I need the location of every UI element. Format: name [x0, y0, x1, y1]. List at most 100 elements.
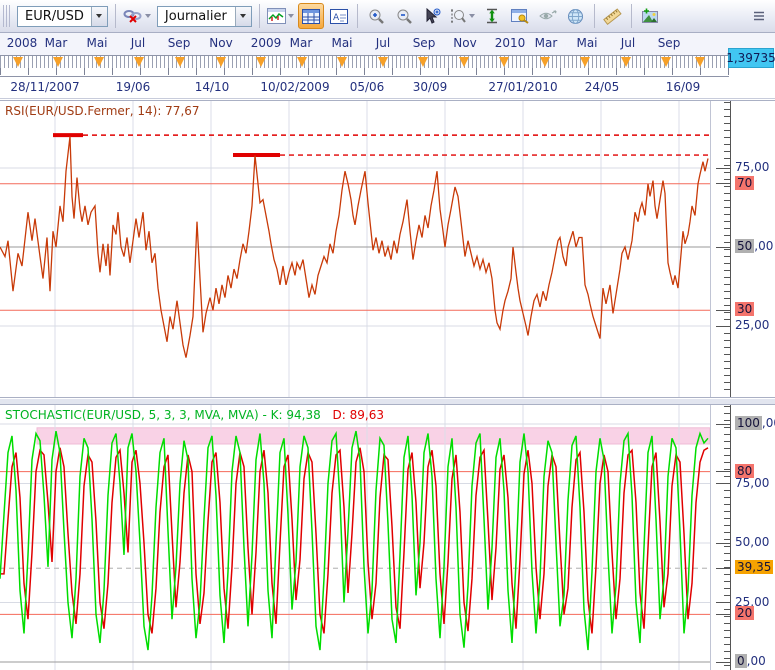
date-label: 28/11/2007	[10, 80, 79, 94]
axis-label: 39,35	[735, 561, 773, 574]
chevron-down-icon	[288, 14, 294, 18]
axis-major-tick	[716, 543, 730, 544]
fit-vertical-button[interactable]	[479, 3, 505, 29]
svg-text:A: A	[333, 13, 340, 23]
stochastic-series-%K	[0, 431, 708, 650]
date-label: 30/09	[413, 80, 448, 94]
axis-major-tick	[716, 326, 730, 327]
stochastic-title-k: STOCHASTIC(EUR/USD, 5, 3, 3, MVA, MVA) -…	[5, 408, 321, 422]
month-label: Mar	[45, 36, 68, 50]
month-marker-icon	[661, 57, 671, 67]
month-label: Nov	[209, 36, 232, 50]
broken-link-button[interactable]	[121, 3, 153, 29]
month-label: 2008	[7, 36, 38, 50]
zoom-in-icon	[367, 8, 385, 24]
label-window-icon: A	[330, 9, 348, 24]
month-label: Mai	[86, 36, 107, 50]
zoom-area-icon	[449, 8, 467, 24]
zoom-area-button[interactable]	[447, 3, 477, 29]
stochastic-chart[interactable]	[0, 405, 710, 670]
chevron-down-icon[interactable]	[235, 7, 251, 26]
menu-button[interactable]	[746, 3, 772, 29]
rsi-panel[interactable]: RSI(EUR/USD.Fermer, 14): 77,67 75,007050…	[0, 100, 775, 398]
snapshot-icon	[640, 8, 659, 24]
label-window-button[interactable]: A	[326, 3, 352, 29]
month-marker-icon	[134, 57, 144, 67]
month-label: Jul	[621, 36, 635, 50]
stochastic-title-d: D: 89,63	[333, 408, 384, 422]
month-label: Mar	[535, 36, 558, 50]
axis-label: 50,00	[735, 536, 769, 549]
axis-major-tick	[716, 662, 730, 663]
axis-label: 50,00	[735, 240, 773, 253]
axis-major-tick	[716, 568, 730, 569]
indicator-board-button[interactable]	[298, 3, 324, 29]
axis-major-tick	[716, 471, 730, 472]
date-label: 14/10	[195, 80, 230, 94]
snapshot-button[interactable]	[637, 3, 663, 29]
axis-label: 100,00	[735, 417, 775, 430]
axis-major-tick	[716, 614, 730, 615]
month-marker-icon	[53, 57, 63, 67]
rsi-title: RSI(EUR/USD.Fermer, 14): 77,67	[5, 104, 200, 118]
stochastic-panel[interactable]: STOCHASTIC(EUR/USD, 5, 3, 3, MVA, MVA) -…	[0, 404, 775, 670]
axis-major-tick	[716, 424, 730, 425]
axis-major-tick	[716, 602, 730, 603]
toolbar: EUR/USD Journalier	[0, 0, 775, 33]
axis-label: 0,00	[735, 655, 766, 668]
pointer-zoom-icon	[423, 8, 441, 24]
month-marker-icon	[94, 57, 104, 67]
month-marker-icon	[540, 57, 550, 67]
ruler-icon	[603, 8, 622, 25]
separator	[115, 4, 116, 28]
date-label: 16/09	[666, 80, 701, 94]
month-label: 2009	[251, 36, 282, 50]
time-axis-dates[interactable]: 28/11/200719/0614/1010/02/200905/0630/09…	[0, 77, 775, 99]
broken-link-icon	[123, 8, 143, 24]
globe-button[interactable]	[563, 3, 589, 29]
month-label: Jul	[376, 36, 390, 50]
month-label: Nov	[453, 36, 476, 50]
pointer-zoom-button[interactable]	[419, 3, 445, 29]
time-axis-ruler[interactable]	[0, 55, 729, 77]
toolbar-grip[interactable]	[3, 5, 11, 27]
separator	[357, 4, 358, 28]
month-label: Mai	[576, 36, 597, 50]
month-marker-icon	[337, 57, 347, 67]
separator	[594, 4, 595, 28]
axis-label: 30	[735, 303, 754, 316]
chevron-down-icon	[145, 14, 151, 18]
month-marker-icon	[216, 57, 226, 67]
date-label: 27/01/2010	[488, 80, 557, 94]
properties-button[interactable]	[507, 3, 533, 29]
timeframe-select[interactable]: Journalier	[157, 6, 252, 27]
menu-icon	[753, 10, 765, 22]
properties-icon	[511, 9, 529, 24]
month-label: Mai	[331, 36, 352, 50]
date-label: 05/06	[350, 80, 385, 94]
date-label: 19/06	[116, 80, 151, 94]
axis-major-tick	[716, 183, 730, 184]
axis-major-tick	[716, 310, 730, 311]
month-marker-icon	[175, 57, 185, 67]
measure-button[interactable]	[600, 3, 626, 29]
instrument-select[interactable]: EUR/USD	[17, 6, 108, 27]
month-marker-icon	[459, 57, 469, 67]
separator	[259, 4, 260, 28]
zoom-out-button[interactable]	[391, 3, 417, 29]
zoom-out-icon	[395, 8, 413, 24]
axis-label: 75,00	[735, 161, 769, 174]
chart-type-button[interactable]	[265, 3, 296, 29]
month-marker-icon	[499, 57, 509, 67]
month-marker-icon	[580, 57, 590, 67]
timeframe-label: Journalier	[158, 9, 235, 24]
month-marker-icon	[621, 57, 631, 67]
chevron-down-icon	[469, 14, 475, 18]
month-marker-icon	[256, 57, 266, 67]
rsi-chart[interactable]	[0, 101, 710, 397]
visibility-button[interactable]	[535, 3, 561, 29]
time-axis-months[interactable]: 2008MarMaiJulSepNov2009MarMaiJulSepNov20…	[0, 33, 775, 55]
chevron-down-icon[interactable]	[91, 7, 107, 26]
zoom-in-button[interactable]	[363, 3, 389, 29]
axis-major-tick	[716, 247, 730, 248]
